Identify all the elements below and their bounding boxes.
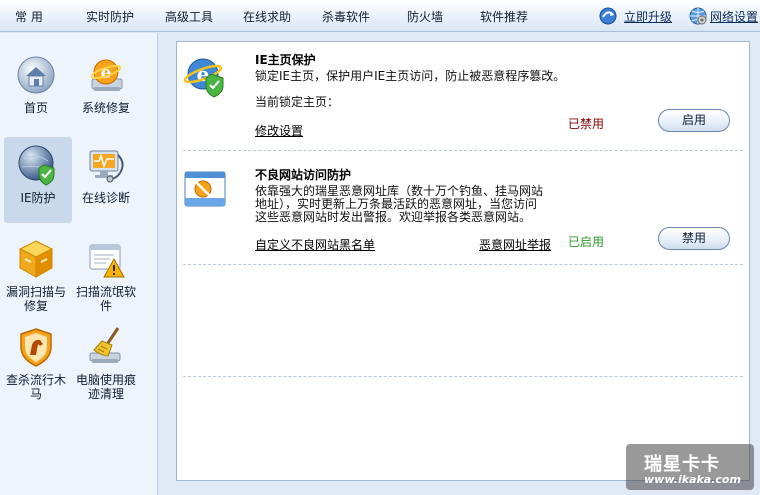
top-menu-bar: 常 用 实时防护 高级工具 在线求助 杀毒软件 防火墙 软件推荐 立即升级 网络… — [0, 0, 760, 32]
rogue-software-warning-icon — [89, 244, 125, 278]
home-icon — [17, 56, 55, 94]
menu-antivirus[interactable]: 杀毒软件 — [322, 8, 370, 25]
menu-software-recommend[interactable]: 软件推荐 — [480, 8, 528, 25]
ie-homepage-shield-icon: e — [183, 58, 224, 98]
sidebar-item-ie-protection[interactable]: IE防护 — [4, 137, 72, 223]
custom-blacklist-link[interactable]: 自定义不良网站黑名单 — [255, 236, 375, 253]
bad-website-description-line3: 这些恶意网站时发出警报。欢迎举报各类恶意网站。 — [255, 210, 532, 224]
section-divider — [183, 376, 743, 377]
watermark-url: www.ikaka.com — [644, 473, 741, 486]
ie-homepage-description: 锁定IE主页，保护用户IE主页访问，防止被恶意程序篡改。 — [255, 69, 566, 83]
menu-advanced-tools[interactable]: 高级工具 — [165, 8, 213, 25]
ie-homepage-title: IE主页保护 — [255, 53, 316, 67]
ie-repair-icon: e — [90, 59, 123, 91]
bad-website-description-line2: 地址），实时更新上万条最活跃的恶意网址，当您访问 — [255, 197, 538, 211]
section-divider — [183, 150, 743, 151]
network-settings-link[interactable]: 网络设置 — [710, 8, 758, 25]
current-locked-homepage-label: 当前锁定主页： — [255, 95, 340, 109]
report-malicious-url-link[interactable]: 恶意网址举报 — [479, 236, 551, 253]
sidebar-item-label: IE防护 — [20, 191, 56, 205]
upgrade-link[interactable]: 立即升级 — [624, 8, 672, 25]
modify-settings-link[interactable]: 修改设置 — [255, 122, 303, 139]
sidebar-item-label: 电脑使用痕迹清理 — [75, 373, 136, 401]
enable-button[interactable]: 启用 — [658, 109, 730, 132]
sidebar-item-home[interactable]: 首页 — [2, 47, 70, 133]
blocked-website-icon — [184, 171, 226, 207]
network-settings-icon[interactable] — [688, 6, 708, 26]
sidebar-item-trojan-scan[interactable]: 查杀流行木马 — [2, 319, 70, 411]
upgrade-icon[interactable] — [598, 6, 618, 26]
ie-shield-icon — [18, 145, 55, 186]
watermark: 瑞星卡卡 www.ikaka.com — [626, 444, 754, 490]
vulnerability-box-icon — [18, 240, 54, 278]
main-panel: e IE主页保护 锁定IE主页，保护用户IE主页访问，防止被恶意程序篡改。 当前… — [176, 41, 750, 481]
trojan-shield-icon — [20, 328, 52, 367]
menu-realtime-protection[interactable]: 实时防护 — [86, 8, 134, 25]
sidebar-item-trace-cleanup[interactable]: 电脑使用痕迹清理 — [72, 319, 140, 411]
sidebar-item-label: 扫描流氓软件 — [75, 285, 136, 313]
broom-icon — [89, 327, 121, 363]
sidebar-item-rogue-scan[interactable]: 扫描流氓软件 — [72, 231, 140, 323]
ie-homepage-status-badge: 已禁用 — [568, 117, 605, 131]
sidebar-item-vulnerability-scan[interactable]: 漏洞扫描与修复 — [2, 231, 70, 323]
online-diagnosis-icon — [89, 150, 124, 183]
sidebar-item-label: 系统修复 — [81, 101, 130, 115]
section-divider — [183, 264, 743, 265]
sidebar-item-label: 在线诊断 — [81, 191, 130, 205]
sidebar-item-label: 首页 — [23, 101, 48, 115]
sidebar-item-online-diagnosis[interactable]: 在线诊断 — [72, 137, 140, 223]
menu-firewall[interactable]: 防火墙 — [407, 8, 443, 25]
sidebar-item-label: 漏洞扫描与修复 — [5, 285, 66, 313]
disable-button[interactable]: 禁用 — [658, 227, 730, 250]
bad-website-description-line1: 依靠强大的瑞星恶意网址库（数十万个钓鱼、挂马网站 — [255, 184, 544, 198]
menu-common[interactable]: 常 用 — [15, 8, 43, 25]
bad-website-title: 不良网站访问防护 — [255, 168, 352, 182]
menu-online-help[interactable]: 在线求助 — [243, 8, 291, 25]
bad-website-status-badge: 已启用 — [568, 235, 605, 249]
sidebar-item-label: 查杀流行木马 — [5, 373, 66, 401]
sidebar: 首页 e 系统修复 IE防护 在线诊断 漏洞扫描与修复 扫描流氓软件 查杀流行木… — [0, 33, 158, 495]
sidebar-item-system-repair[interactable]: e 系统修复 — [72, 47, 140, 133]
